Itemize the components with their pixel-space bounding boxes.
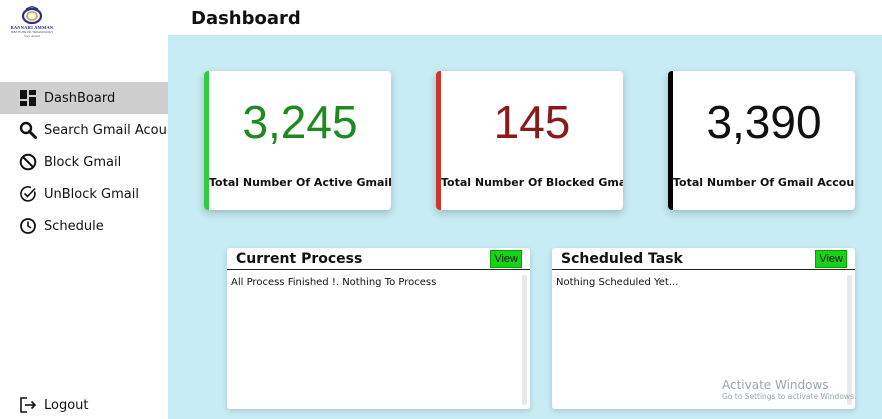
logout-button[interactable]: Logout xyxy=(18,394,89,416)
watermark-title: Activate Windows xyxy=(722,378,829,392)
stat-label: Total Number Of Blocked Gmail xyxy=(441,176,623,189)
stat-value: 3,390 xyxy=(706,96,822,148)
sidebar-item-block-gmail[interactable]: Block Gmail xyxy=(0,146,168,178)
sidebar-item-unblock-gmail[interactable]: UnBlock Gmail xyxy=(0,178,168,210)
institute-logo: BANNARI AMMAN INSTITUTE OF TECHNOLOGY St… xyxy=(6,6,58,42)
active-gmail-card: 3,245 Total Number Of Active Gmail xyxy=(204,71,391,210)
sidebar: BANNARI AMMAN INSTITUTE OF TECHNOLOGY St… xyxy=(0,0,180,419)
scheduled-task-message: Nothing Scheduled Yet... xyxy=(556,277,679,288)
stat-value: 3,245 xyxy=(242,96,358,148)
logo-emblem-icon xyxy=(21,6,43,24)
logo-line-3: Stay Ahead xyxy=(24,34,40,38)
watermark-subtitle: Go to Settings to activate Windows. xyxy=(722,392,857,401)
blocked-gmail-card: 145 Total Number Of Blocked Gmail xyxy=(436,71,623,210)
view-scheduled-task-button[interactable]: View xyxy=(815,250,847,268)
current-process-panel: Current Process View All Process Finishe… xyxy=(227,248,530,409)
total-gmail-card: 3,390 Total Number Of Gmail Account xyxy=(668,71,855,210)
panel-header: Current Process View xyxy=(227,248,530,270)
sidebar-item-label: UnBlock Gmail xyxy=(44,186,139,202)
sidebar-item-search-gmail[interactable]: Search Gmail Acount xyxy=(0,114,180,146)
block-icon xyxy=(18,152,38,172)
view-current-process-button[interactable]: View xyxy=(490,250,522,268)
panel-title: Current Process xyxy=(236,251,363,267)
current-process-message: All Process Finished !. Nothing To Proce… xyxy=(231,277,437,288)
sidebar-nav: DashBoard Search Gmail Acount Block Gmai… xyxy=(0,82,180,242)
dashboard-icon xyxy=(18,88,38,108)
sidebar-item-label: Search Gmail Acount xyxy=(44,122,181,138)
stat-value: 145 xyxy=(493,96,571,148)
panel-header: Scheduled Task View xyxy=(552,248,855,270)
main-content: 3,245 Total Number Of Active Gmail 145 T… xyxy=(168,35,882,419)
sidebar-item-schedule[interactable]: Schedule xyxy=(0,210,168,242)
clock-icon xyxy=(18,216,38,236)
sidebar-item-label: Schedule xyxy=(44,218,104,234)
sidebar-item-label: Block Gmail xyxy=(44,154,122,170)
check-circle-icon xyxy=(18,184,38,204)
stat-label: Total Number Of Active Gmail xyxy=(209,176,391,189)
page-title: Dashboard xyxy=(191,8,301,29)
panel-scrollbar[interactable] xyxy=(522,275,527,405)
sidebar-item-dashboard[interactable]: DashBoard xyxy=(0,82,168,114)
panel-title: Scheduled Task xyxy=(561,251,683,267)
sidebar-item-label: DashBoard xyxy=(44,90,116,106)
logout-icon xyxy=(18,395,38,415)
activate-windows-watermark: Activate Windows Go to Settings to activ… xyxy=(722,378,856,402)
search-icon xyxy=(18,120,38,140)
stat-label: Total Number Of Gmail Account xyxy=(673,176,855,189)
logout-label: Logout xyxy=(44,397,89,413)
